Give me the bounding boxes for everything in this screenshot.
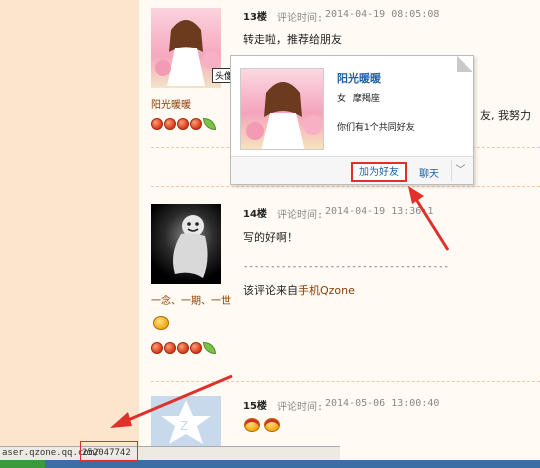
arrow-to-add-friend (412, 195, 450, 251)
arrow-head (408, 186, 424, 204)
annotation-arrows (110, 186, 450, 428)
arrow-to-status-id (127, 374, 233, 422)
arrow-head (110, 412, 132, 428)
